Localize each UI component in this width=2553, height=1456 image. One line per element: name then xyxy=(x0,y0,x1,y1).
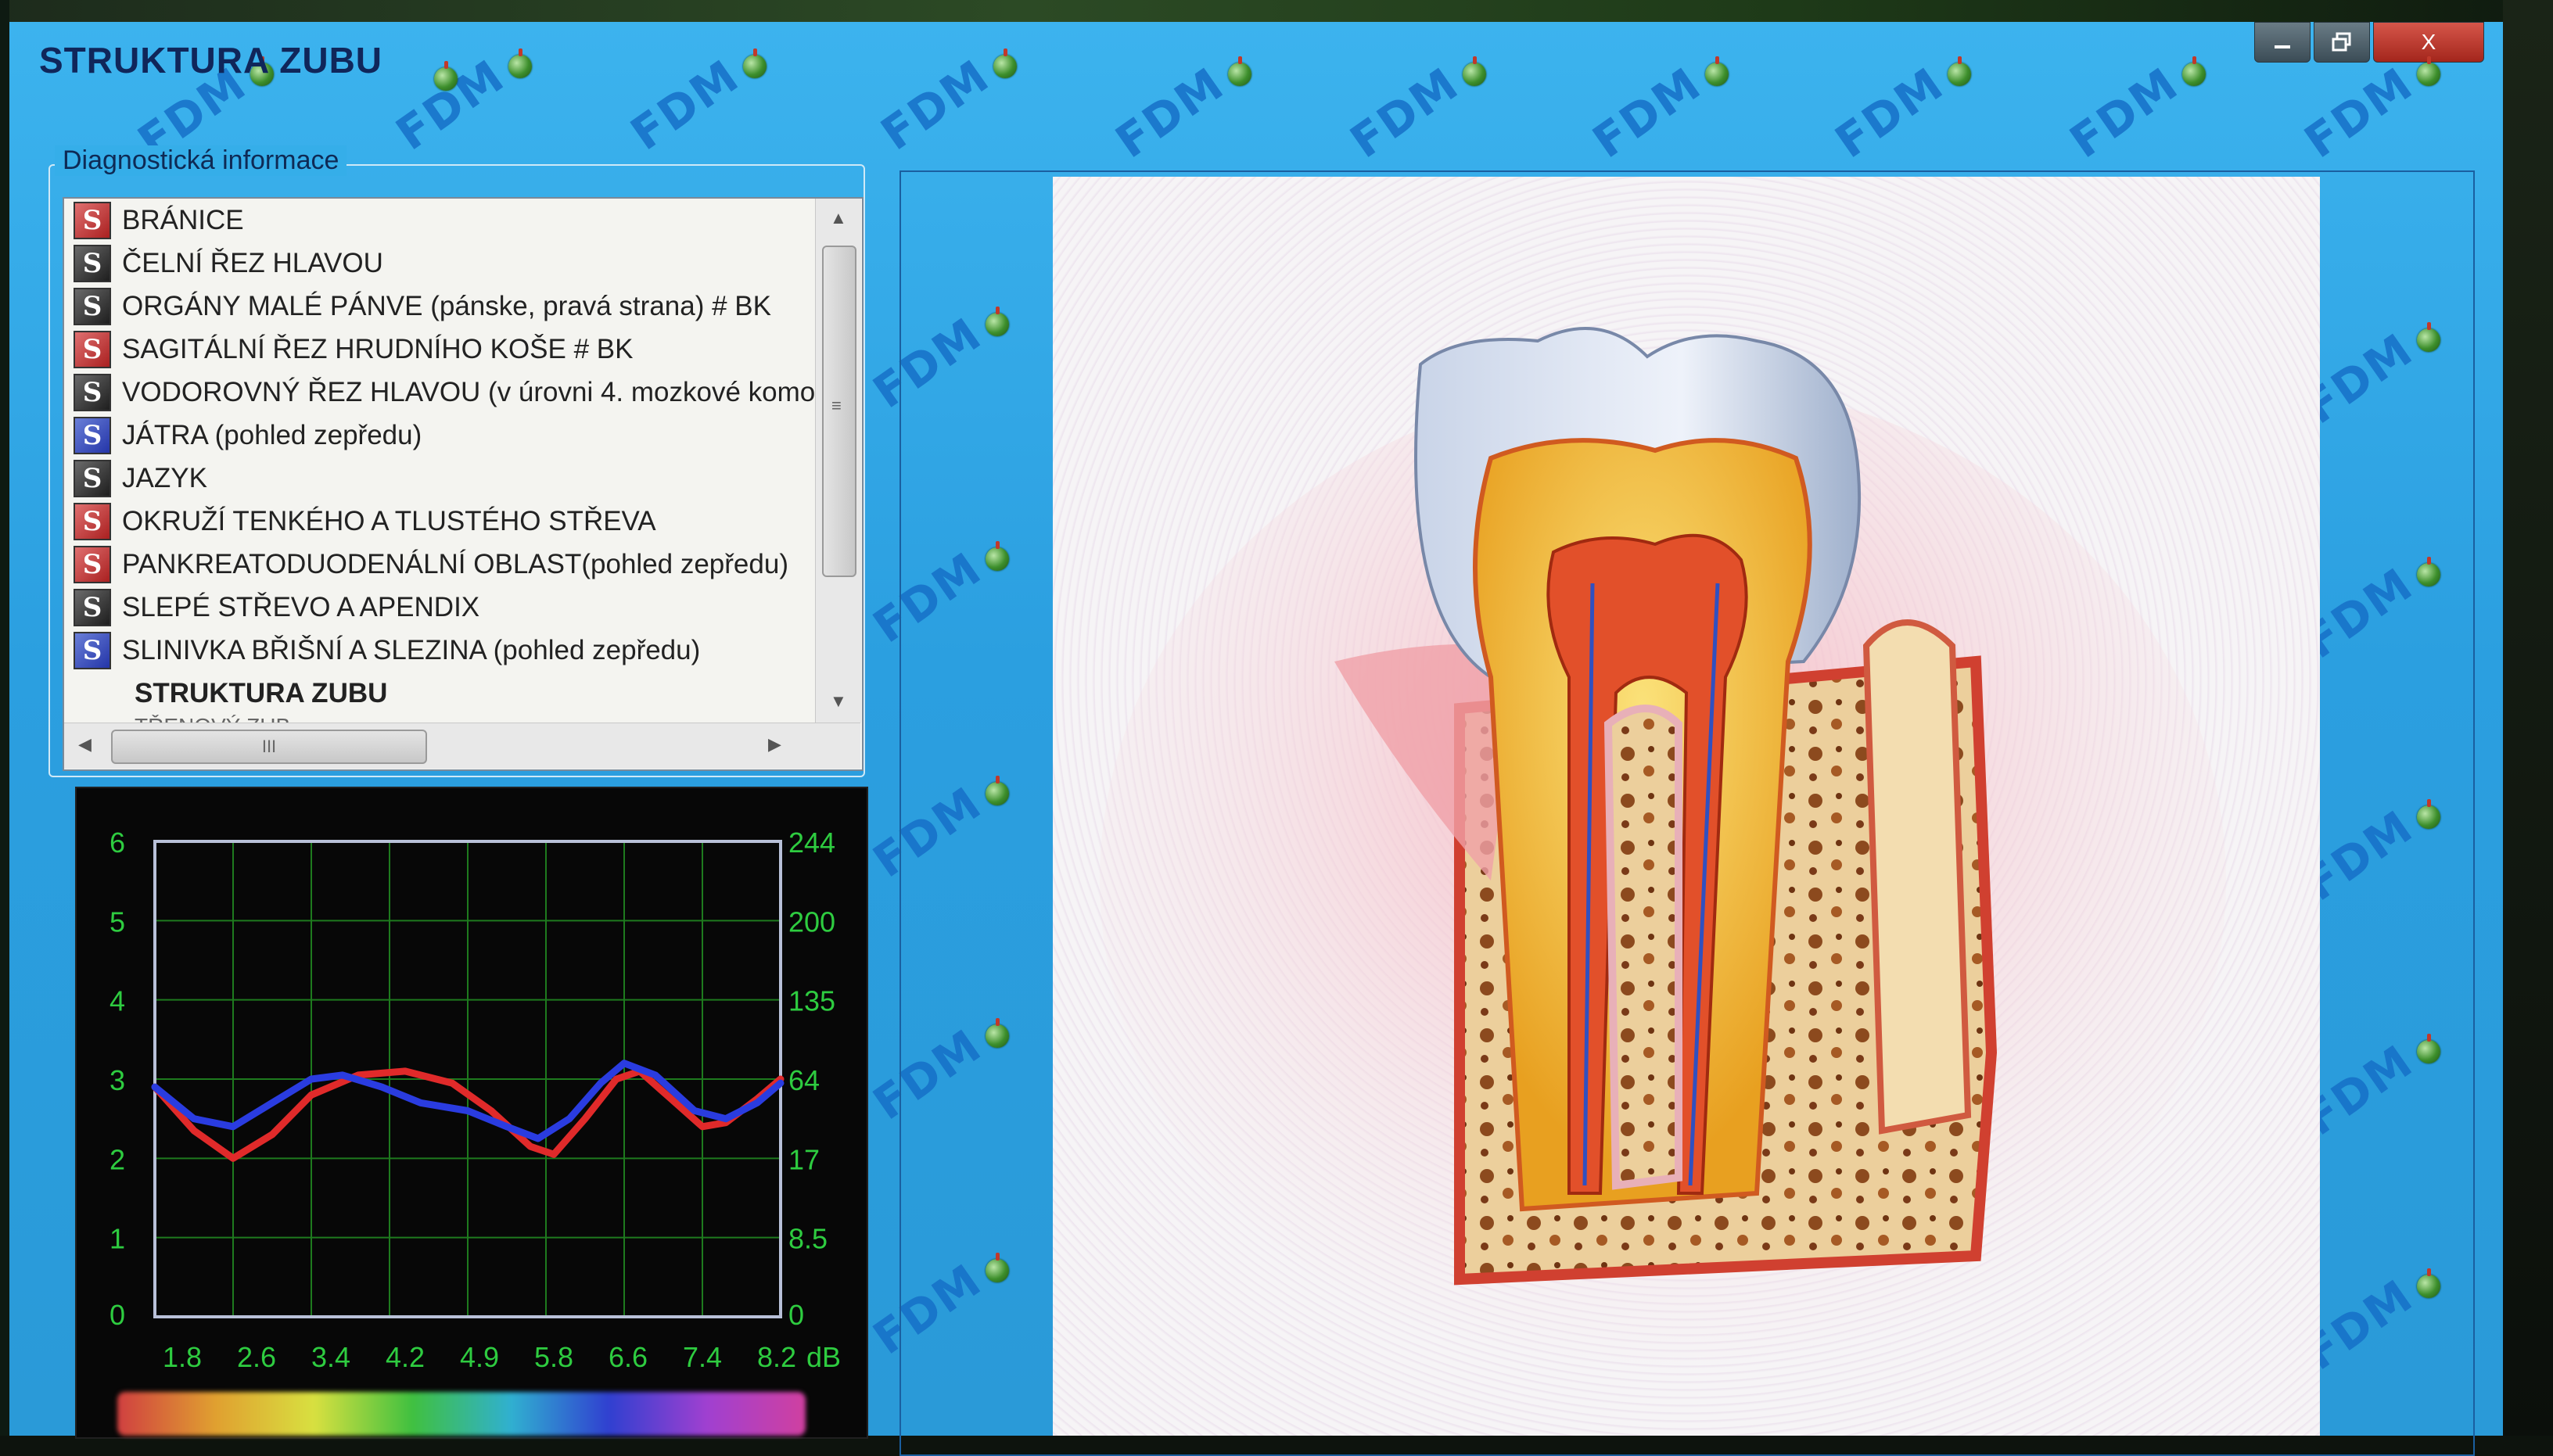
vertical-scroll-grip-icon: ≡ xyxy=(831,396,842,415)
list-item[interactable]: S JÁTRA (pohled zepředu) xyxy=(64,414,815,457)
x-tick-label: 1.8 xyxy=(163,1341,202,1373)
spectrum-chart: 6 5 4 3 2 1 0 244 200 135 64 17 8.5 0 1.8 2.6 3.4 4.2 4.9 5… xyxy=(110,827,841,1373)
s-icon: S xyxy=(74,631,111,669)
anatomy-image-panel xyxy=(1053,177,2320,1436)
apple-icon xyxy=(2417,56,2440,86)
apple-icon xyxy=(743,48,767,78)
maximize-button[interactable] xyxy=(2314,22,2370,63)
y-right-tick-label: 8.5 xyxy=(788,1223,828,1255)
horizontal-scrollbar[interactable]: ◀ III ▶ xyxy=(64,723,860,769)
list-item[interactable]: S PANKREATODUODENÁLNÍ OBLAST(pohled zepře… xyxy=(64,543,815,586)
diagnostics-group-label: Diagnostická informace xyxy=(55,145,347,176)
x-tick-label: 8.2 xyxy=(757,1341,796,1373)
y-right-tick-label: 64 xyxy=(788,1064,820,1096)
close-icon: X xyxy=(2421,30,2436,54)
s-icon: S xyxy=(74,416,111,454)
list-item-label: JAZYK xyxy=(122,462,207,493)
list-item[interactable]: S SLINIVKA BŘIŠNÍ A SLEZINA (pohled zepře… xyxy=(64,629,815,672)
list-item-label: VODOROVNÝ ŘEZ HLAVOU (v úrovni 4. mozkov… xyxy=(122,376,815,407)
apple-icon xyxy=(1463,56,1486,86)
list-item-label: OKRUŽÍ TENKÉHO A TLUSTÉHO STŘEVA xyxy=(122,505,656,536)
y-right-tick-label: 244 xyxy=(788,827,835,859)
y-right-tick-label: 17 xyxy=(788,1143,820,1175)
y-left-tick-label: 5 xyxy=(110,906,125,938)
list-item[interactable]: S SLEPÉ STŘEVO A APENDIX xyxy=(64,586,815,629)
minimize-icon xyxy=(2275,45,2290,48)
x-unit-label: dB xyxy=(806,1341,841,1373)
list-item-selected[interactable]: STRUKTURA ZUBU xyxy=(64,672,815,715)
apple-icon xyxy=(1228,56,1251,86)
apple-icon xyxy=(2182,56,2206,86)
list-item-label: SLINIVKA BŘIŠNÍ A SLEZINA (pohled zepřed… xyxy=(122,634,701,665)
y-left-tick-label: 0 xyxy=(110,1299,125,1331)
y-right-tick-label: 0 xyxy=(788,1299,804,1331)
y-left-tick-label: 2 xyxy=(110,1143,125,1175)
list-item[interactable]: S ČELNÍ ŘEZ HLAVOU xyxy=(64,242,815,285)
x-tick-label: 3.4 xyxy=(311,1341,350,1373)
s-icon: S xyxy=(74,244,111,282)
monitor-bezel-right xyxy=(2503,0,2553,1436)
page-title: STRUKTURA ZUBU xyxy=(39,40,383,81)
apple-icon xyxy=(993,48,1017,78)
s-icon: S xyxy=(74,459,111,497)
apple-icon xyxy=(434,61,458,91)
list-item-label: JÁTRA (pohled zepředu) xyxy=(122,419,422,450)
list-item[interactable]: S OKRUŽÍ TENKÉHO A TLUSTÉHO STŘEVA xyxy=(64,500,815,543)
vertical-scroll-thumb[interactable]: ≡ xyxy=(822,246,856,577)
horizontal-scroll-thumb[interactable]: III xyxy=(111,730,427,764)
s-icon: S xyxy=(74,545,111,583)
vertical-scrollbar[interactable]: ▲ ≡ ▼ xyxy=(815,199,861,723)
y-right-tick-label: 135 xyxy=(788,985,835,1017)
monitor-bezel-left xyxy=(0,0,9,1436)
list-item[interactable]: S SAGITÁLNÍ ŘEZ HRUDNÍHO KOŠE # BK xyxy=(64,328,815,371)
scroll-left-icon[interactable]: ◀ xyxy=(78,734,92,755)
list-item-label: PANKREATODUODENÁLNÍ OBLAST(pohled zepřed… xyxy=(122,548,788,579)
horizontal-scroll-grip-icon: III xyxy=(261,737,277,756)
apple-icon xyxy=(508,48,532,78)
list-item[interactable]: S ORGÁNY MALÉ PÁNVE (pánske, pravá strana… xyxy=(64,285,815,328)
x-tick-label: 4.2 xyxy=(386,1341,425,1373)
x-tick-label: 2.6 xyxy=(237,1341,276,1373)
diagnostics-list: S BRÁNICE S ČELNÍ ŘEZ HLAVOU S ORGÁNY MALÉ PÁ… xyxy=(64,199,815,738)
scroll-up-icon[interactable]: ▲ xyxy=(830,208,847,228)
list-item[interactable]: S BRÁNICE xyxy=(64,199,815,242)
x-tick-label: 4.9 xyxy=(460,1341,499,1373)
y-left-tick-label: 1 xyxy=(110,1223,125,1255)
list-item-label: BRÁNICE xyxy=(122,204,244,235)
list-item[interactable]: S JAZYK xyxy=(64,457,815,500)
s-icon: S xyxy=(74,373,111,411)
list-item[interactable]: S VODOROVNÝ ŘEZ HLAVOU (v úrovni 4. mozko… xyxy=(64,371,815,414)
scroll-right-icon[interactable]: ▶ xyxy=(768,734,781,755)
y-left-tick-label: 4 xyxy=(110,985,125,1017)
list-item-label: SAGITÁLNÍ ŘEZ HRUDNÍHO KOŠE # BK xyxy=(122,333,634,364)
maximize-icon xyxy=(2332,32,2351,52)
s-icon: S xyxy=(74,201,111,239)
list-item-label: SLEPÉ STŘEVO A APENDIX xyxy=(122,591,480,622)
y-right-tick-label: 200 xyxy=(788,906,835,938)
minimize-button[interactable] xyxy=(2254,22,2311,63)
s-icon: S xyxy=(74,588,111,626)
apple-icon xyxy=(1705,56,1729,86)
y-left-tick-label: 6 xyxy=(110,827,125,859)
x-tick-label: 6.6 xyxy=(609,1341,648,1373)
s-icon: S xyxy=(74,330,111,368)
diagnostics-listbox[interactable]: S BRÁNICE S ČELNÍ ŘEZ HLAVOU S ORGÁNY MALÉ PÁ… xyxy=(63,197,864,771)
window-controls: X xyxy=(2251,22,2484,63)
list-item-label: ČELNÍ ŘEZ HLAVOU xyxy=(122,247,383,278)
x-tick-label: 7.4 xyxy=(683,1341,722,1373)
s-icon: S xyxy=(74,287,111,325)
tooth-cross-section-image xyxy=(1100,327,2226,1381)
spectrum-chart-panel: 6 5 4 3 2 1 0 244 200 135 64 17 8.5 0 1.8 2.6 3.4 4.2 4.9 5… xyxy=(75,787,868,1439)
x-tick-label: 5.8 xyxy=(534,1341,573,1373)
y-left-tick-label: 3 xyxy=(110,1064,125,1096)
color-spectrum-bar xyxy=(117,1392,806,1436)
scroll-down-icon[interactable]: ▼ xyxy=(830,691,847,712)
apple-icon xyxy=(1948,56,1971,86)
list-item-label: ORGÁNY MALÉ PÁNVE (pánske, pravá strana)… xyxy=(122,290,771,321)
s-icon: S xyxy=(74,502,111,540)
